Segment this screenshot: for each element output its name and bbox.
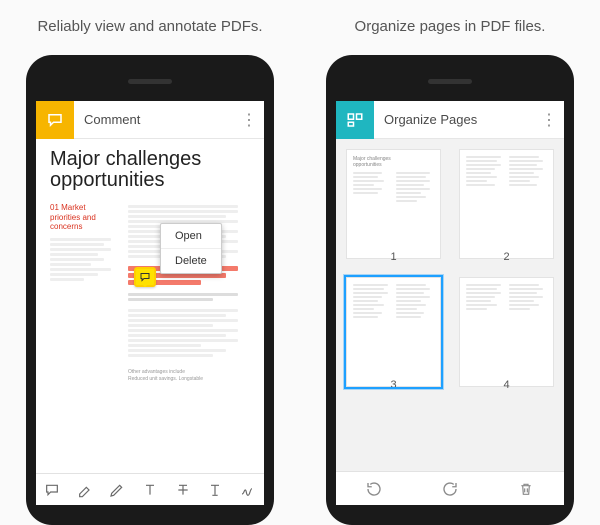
doc-heading: Major challenges opportunities bbox=[50, 149, 250, 191]
comment-mode-icon[interactable] bbox=[36, 101, 74, 139]
organize-toolbar bbox=[336, 471, 564, 505]
tool-draw-icon[interactable] bbox=[101, 474, 134, 505]
phone-frame-right: Organize Pages ⋮ Major challenges opport… bbox=[326, 55, 574, 525]
thumb-title: Major challenges opportunities bbox=[353, 156, 434, 168]
topbar-title: Organize Pages bbox=[374, 112, 534, 127]
page-thumbnail-selected[interactable] bbox=[346, 277, 441, 387]
menu-item-delete[interactable]: Delete bbox=[161, 248, 221, 273]
organize-canvas: Major challenges opportunities 1 bbox=[336, 139, 564, 471]
page-number-label: 1 bbox=[346, 251, 441, 263]
caption-annotate: Reliably view and annotate PDFs. bbox=[0, 0, 300, 49]
phone-speaker bbox=[428, 79, 472, 84]
caption-organize: Organize pages in PDF files. bbox=[300, 0, 600, 49]
tool-signature-icon[interactable] bbox=[231, 474, 264, 505]
page-thumbnail[interactable] bbox=[459, 277, 554, 387]
tool-strikethrough-icon[interactable] bbox=[166, 474, 199, 505]
intro-paragraph bbox=[50, 238, 118, 281]
section-heading: 01 Market priorities and concerns bbox=[50, 203, 118, 232]
page-number-label: 4 bbox=[459, 379, 554, 391]
document-page[interactable]: Major challenges opportunities 01 Market… bbox=[36, 139, 264, 473]
overflow-menu-icon[interactable]: ⋮ bbox=[234, 110, 264, 130]
rotate-cw-icon[interactable] bbox=[412, 472, 488, 505]
organize-mode-icon[interactable] bbox=[336, 101, 374, 139]
page-thumbnail[interactable] bbox=[459, 149, 554, 259]
rotate-ccw-icon[interactable] bbox=[336, 472, 412, 505]
phone-frame-left: Comment ⋮ 1 Major challenges opportuniti… bbox=[26, 55, 274, 525]
overflow-menu-icon[interactable]: ⋮ bbox=[534, 110, 564, 130]
annotation-toolbar bbox=[36, 473, 264, 505]
phone-speaker bbox=[128, 79, 172, 84]
page-number-label: 3 bbox=[346, 379, 441, 391]
delete-page-icon[interactable] bbox=[488, 472, 564, 505]
topbar-title: Comment bbox=[74, 112, 234, 127]
screen-organize: Organize Pages ⋮ Major challenges opport… bbox=[336, 101, 564, 505]
page-thumbnail[interactable]: Major challenges opportunities bbox=[346, 149, 441, 259]
page-number-label: 2 bbox=[459, 251, 554, 263]
tool-sticky-note-icon[interactable] bbox=[36, 474, 69, 505]
topbar-comment: Comment ⋮ bbox=[36, 101, 264, 139]
tool-text-icon[interactable] bbox=[134, 474, 167, 505]
sticky-note-icon[interactable] bbox=[134, 267, 156, 287]
screen-comment: Comment ⋮ 1 Major challenges opportuniti… bbox=[36, 101, 264, 505]
annotation-context-menu: Open Delete bbox=[160, 223, 222, 274]
topbar-organize: Organize Pages ⋮ bbox=[336, 101, 564, 139]
tool-underline-icon[interactable] bbox=[199, 474, 232, 505]
strikethrough-text[interactable] bbox=[128, 293, 250, 301]
tool-highlight-icon[interactable] bbox=[69, 474, 102, 505]
footnotes: Other advantages include Reduced unit sa… bbox=[128, 369, 250, 383]
menu-item-open[interactable]: Open bbox=[161, 224, 221, 248]
